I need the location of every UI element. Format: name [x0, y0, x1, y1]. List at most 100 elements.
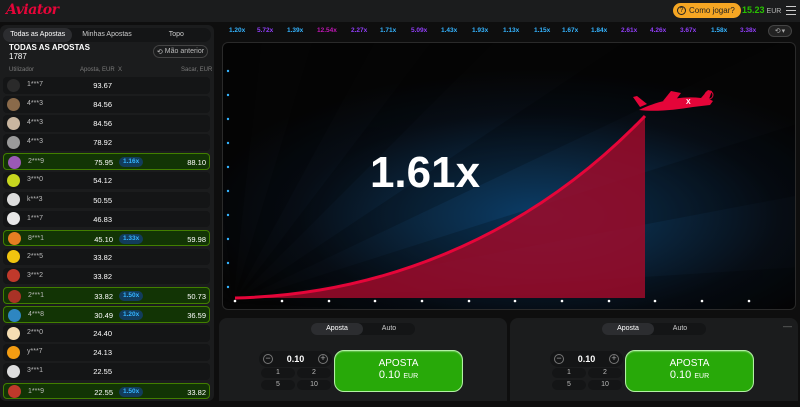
- bet-row: k***3 50.55: [3, 191, 210, 209]
- all-bets-title: TODAS AS APOSTAS: [9, 43, 90, 52]
- remove-panel-icon[interactable]: —: [783, 321, 792, 331]
- avatar: [7, 345, 20, 359]
- minus-icon[interactable]: −: [263, 354, 273, 364]
- bet-row: 4***3 84.56: [3, 96, 210, 113]
- history-multiplier[interactable]: 1.20x: [229, 27, 245, 34]
- cashout-multiplier: 1.33x: [119, 233, 144, 244]
- avatar: [7, 212, 20, 226]
- bet-amount: 22.55: [94, 387, 113, 397]
- history-multiplier[interactable]: 1.39x: [287, 27, 303, 34]
- cashout-amount: 36.59: [187, 311, 206, 321]
- history-multiplier[interactable]: 2.61x: [621, 27, 637, 34]
- bet-row: 4***8 30.49 1.20x 36.59: [3, 306, 210, 323]
- question-icon: ?: [677, 6, 686, 15]
- cashout-amount: 88.10: [187, 158, 206, 168]
- history-multiplier[interactable]: 4.26x: [650, 27, 666, 34]
- history-multiplier[interactable]: 5.09x: [411, 27, 427, 34]
- bet-panel-1-tabs: Aposta Auto: [311, 323, 415, 335]
- aviator-logo[interactable]: Aviator: [6, 2, 59, 18]
- minus-icon[interactable]: −: [554, 354, 564, 364]
- quick-amount-2[interactable]: 2: [588, 368, 622, 378]
- bet-user: y***7: [27, 348, 43, 356]
- history-multiplier[interactable]: 1.93x: [472, 27, 488, 34]
- bet-user: 4***3: [27, 100, 43, 108]
- place-bet-label: APOSTA: [378, 358, 419, 369]
- how-to-play-button[interactable]: ? Como jogar?: [673, 3, 741, 18]
- bet-amount-input[interactable]: 0.10: [570, 354, 603, 364]
- bet-user: 4***3: [27, 119, 43, 127]
- bet-row: 3***0 54.12: [3, 172, 210, 189]
- bet-amount: 22.55: [93, 367, 112, 377]
- avatar: [7, 135, 20, 149]
- bet-amount: 78.92: [93, 138, 112, 148]
- avatar: [8, 155, 21, 169]
- tab-all-bets[interactable]: Todas as Apostas: [3, 28, 73, 42]
- stake-control: − 0.10 + 1 2 5 10: [550, 351, 623, 407]
- avatar: [7, 173, 20, 187]
- bet-amount: 33.82: [93, 252, 112, 262]
- previous-hand-button[interactable]: ⟲ Mão anterior: [153, 45, 208, 58]
- bet-user: 3***0: [27, 176, 43, 184]
- avatar: [7, 116, 20, 130]
- bet-amount: 24.40: [93, 329, 112, 339]
- quick-amount-10[interactable]: 10: [297, 380, 331, 390]
- tab-bet[interactable]: Aposta: [602, 323, 654, 335]
- history-multiplier[interactable]: 2.27x: [351, 27, 367, 34]
- history-multiplier[interactable]: 5.72x: [257, 27, 273, 34]
- bet-row: 8***1 45.10 1.33x 59.98: [3, 229, 210, 247]
- bet-row: 4***3 84.56: [3, 115, 210, 132]
- history-multiplier[interactable]: 1.67x: [562, 27, 578, 34]
- bet-amount: 54.12: [93, 176, 112, 186]
- plus-icon[interactable]: +: [609, 354, 619, 364]
- quick-amount-10[interactable]: 10: [588, 380, 622, 390]
- bet-user: 4***3: [27, 138, 43, 146]
- cashout-multiplier: 1.16x: [119, 157, 144, 168]
- bet-row: 2***0 24.40: [3, 325, 210, 342]
- bet-panel-2: Aposta Auto — − 0.10 + 1 2 5 10 APOSTA 0…: [510, 318, 798, 401]
- bet-user: 3***1: [27, 367, 43, 375]
- quick-amount-5[interactable]: 5: [552, 380, 586, 390]
- history-multiplier[interactable]: 12.54x: [317, 27, 337, 34]
- plane-mark: X: [686, 99, 691, 106]
- bet-amount: 45.10: [94, 234, 113, 244]
- place-bet-button[interactable]: APOSTA 0.10 EUR: [334, 350, 463, 392]
- chevron-down-icon: ▾: [781, 28, 786, 35]
- avatar: [8, 308, 21, 322]
- history-toggle-button[interactable]: ⟲ ▾: [768, 25, 792, 37]
- tab-top[interactable]: Topo: [142, 28, 211, 42]
- plus-icon[interactable]: +: [318, 354, 328, 364]
- place-bet-button[interactable]: APOSTA 0.10 EUR: [625, 350, 754, 392]
- bet-user: 2***9: [28, 158, 44, 166]
- history-multiplier[interactable]: 1.71x: [380, 27, 396, 34]
- history-multiplier[interactable]: 1.43x: [441, 27, 457, 34]
- tab-auto[interactable]: Auto: [654, 323, 706, 335]
- quick-amount-2[interactable]: 2: [297, 368, 331, 378]
- current-multiplier: 1.61x: [369, 148, 481, 197]
- history-multiplier[interactable]: 3.38x: [740, 27, 756, 34]
- bets-panel: Todas as Apostas Minhas Apostas Topo TOD…: [0, 25, 214, 401]
- quick-amount-1[interactable]: 1: [261, 368, 295, 378]
- amount-stepper: − 0.10 +: [259, 351, 332, 367]
- bet-row: 2***9 75.95 1.16x 88.10: [3, 153, 210, 170]
- tab-bet[interactable]: Aposta: [311, 323, 363, 335]
- history-multiplier[interactable]: 1.84x: [591, 27, 607, 34]
- history-multiplier[interactable]: 1.58x: [711, 27, 727, 34]
- history-multiplier[interactable]: 1.15x: [534, 27, 550, 34]
- previous-hand-label: Mão anterior: [164, 48, 205, 55]
- bet-row: 1***9 22.55 1.50x 33.82: [3, 382, 210, 399]
- quick-amount-1[interactable]: 1: [552, 368, 586, 378]
- hamburger-menu-icon[interactable]: [786, 6, 796, 15]
- bet-user: 2***0: [27, 329, 43, 337]
- bet-panel-2-tabs: Aposta Auto: [602, 323, 706, 335]
- avatar: [8, 232, 21, 246]
- bet-amount-input[interactable]: 0.10: [279, 354, 312, 364]
- tab-my-bets[interactable]: Minhas Apostas: [72, 28, 141, 42]
- history-multiplier[interactable]: 1.13x: [503, 27, 519, 34]
- history-multiplier[interactable]: 3.67x: [680, 27, 696, 34]
- bet-row: 3***1 22.55: [3, 363, 210, 380]
- tab-auto[interactable]: Auto: [363, 323, 415, 335]
- history-icon: ⟲: [156, 48, 163, 56]
- place-bet-label: APOSTA: [669, 358, 710, 369]
- quick-amount-5[interactable]: 5: [261, 380, 295, 390]
- all-bets-count: 1787: [9, 52, 27, 61]
